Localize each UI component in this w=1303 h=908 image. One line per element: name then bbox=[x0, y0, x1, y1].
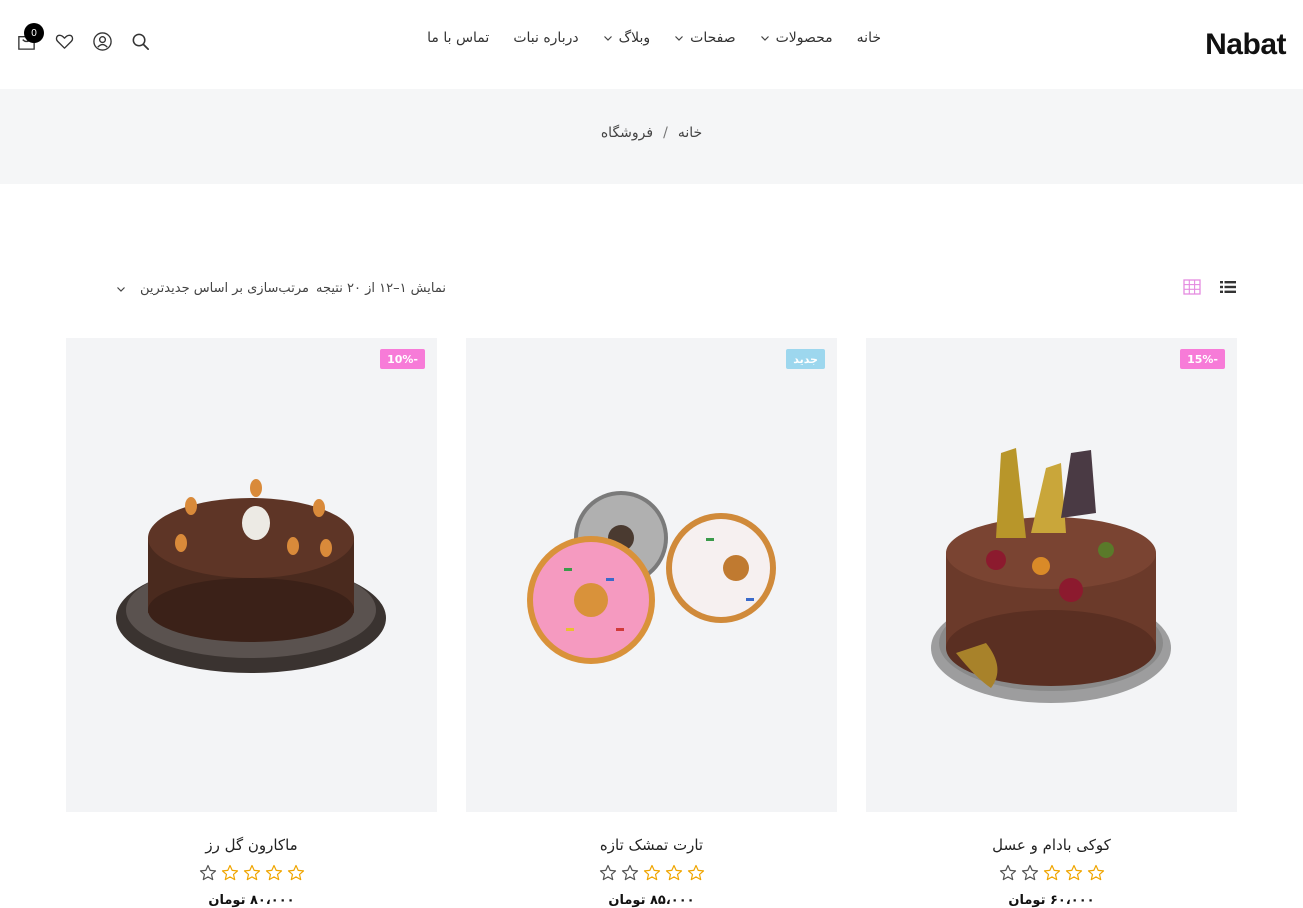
cart-button[interactable]: 0 bbox=[16, 23, 44, 52]
cart-count-badge: 0 bbox=[24, 23, 44, 43]
nav-item-label: محصولات bbox=[775, 30, 833, 46]
breadcrumb-home-link[interactable]: خانه bbox=[678, 125, 702, 141]
wishlist-button[interactable] bbox=[54, 31, 75, 52]
sort-dropdown[interactable]: مرتب‌سازی بر اساس جدیدترین bbox=[116, 281, 309, 296]
nav-item-blog[interactable]: وبلاگ bbox=[603, 30, 651, 46]
product-image-chocolate-cake[interactable] bbox=[866, 338, 1237, 812]
chevron-down-icon bbox=[760, 36, 769, 41]
header-icons: 0 bbox=[16, 23, 151, 52]
star-empty-icon bbox=[1021, 864, 1038, 881]
main-nav: خانه محصولات صفحات وبلاگ درباره نبات تما… bbox=[427, 30, 881, 46]
grid-view-icon[interactable] bbox=[1183, 278, 1201, 296]
product-image-chocolate-tray-cake[interactable] bbox=[66, 338, 437, 812]
product-card[interactable]: 10%- bbox=[66, 338, 437, 812]
new-badge: جدید bbox=[786, 349, 825, 369]
result-count: نمایش ۱–۱۲ از ۲۰ نتیجه bbox=[316, 281, 446, 296]
breadcrumb-current: فروشگاه bbox=[600, 125, 654, 141]
page-title-band: خانه / فروشگاه bbox=[0, 89, 1303, 184]
product-rating bbox=[466, 864, 837, 882]
nav-item-contact[interactable]: تماس با ما bbox=[427, 30, 489, 46]
nav-item-home[interactable]: خانه bbox=[857, 30, 881, 46]
nav-item-label: تماس با ما bbox=[427, 30, 490, 46]
product-title[interactable]: تارت تمشک تازه bbox=[466, 836, 837, 854]
chevron-down-icon bbox=[675, 36, 684, 41]
product-title[interactable]: کوکی بادام و عسل bbox=[866, 836, 1237, 854]
star-empty-icon bbox=[999, 864, 1016, 881]
search-icon bbox=[132, 33, 149, 50]
nav-item-label: صفحات bbox=[690, 30, 736, 46]
breadcrumb-separator: / bbox=[663, 125, 668, 141]
product-card[interactable]: 15%- bbox=[866, 338, 1237, 812]
product-card[interactable]: جدید bbox=[466, 338, 837, 812]
shop-toolbar: نمایش ۱–۱۲ از ۲۰ نتیجه مرتب‌سازی بر اساس… bbox=[0, 278, 1303, 302]
product-price: ۸۵،۰۰۰ تومان bbox=[608, 893, 695, 908]
list-view-icon[interactable] bbox=[1219, 278, 1237, 296]
star-filled-icon bbox=[665, 864, 682, 881]
site-logo[interactable]: Nabat bbox=[1205, 28, 1286, 62]
search-button[interactable] bbox=[130, 31, 151, 52]
star-filled-icon bbox=[1087, 864, 1104, 881]
product-price: ۶۰،۰۰۰ تومان bbox=[1008, 893, 1095, 908]
product-title[interactable]: ماکارون گل رز bbox=[66, 836, 437, 854]
star-filled-icon bbox=[1065, 864, 1082, 881]
user-icon bbox=[93, 32, 112, 51]
chevron-down-icon bbox=[117, 286, 125, 292]
nav-item-label: درباره نبات bbox=[513, 30, 579, 46]
account-button[interactable] bbox=[92, 31, 113, 52]
star-filled-icon bbox=[221, 864, 238, 881]
star-empty-icon bbox=[621, 864, 638, 881]
product-rating bbox=[66, 864, 437, 882]
star-filled-icon bbox=[643, 864, 660, 881]
view-switcher bbox=[1183, 278, 1237, 296]
star-filled-icon bbox=[1043, 864, 1060, 881]
site-header: Nabat خانه محصولات صفحات وبلاگ درباره نب… bbox=[0, 0, 1303, 89]
star-filled-icon bbox=[287, 864, 304, 881]
product-image-donuts[interactable] bbox=[466, 338, 837, 812]
nav-item-label: خانه bbox=[856, 30, 881, 46]
star-filled-icon bbox=[265, 864, 282, 881]
star-filled-icon bbox=[243, 864, 260, 881]
chevron-down-icon bbox=[603, 36, 612, 41]
breadcrumb: خانه / فروشگاه bbox=[0, 125, 1303, 141]
nav-item-label: وبلاگ bbox=[618, 30, 651, 46]
nav-item-about[interactable]: درباره نبات bbox=[513, 30, 578, 46]
sale-badge: 10%- bbox=[380, 349, 425, 369]
star-empty-icon bbox=[599, 864, 616, 881]
nav-item-products[interactable]: محصولات bbox=[760, 30, 833, 46]
nav-item-pages[interactable]: صفحات bbox=[674, 30, 736, 46]
heart-icon bbox=[55, 34, 74, 49]
star-empty-icon bbox=[199, 864, 216, 881]
product-rating bbox=[866, 864, 1237, 882]
sort-selected-value: مرتب‌سازی بر اساس جدیدترین bbox=[140, 281, 309, 296]
sale-badge: 15%- bbox=[1180, 349, 1225, 369]
star-filled-icon bbox=[687, 864, 704, 881]
product-price: ۸۰،۰۰۰ تومان bbox=[208, 893, 295, 908]
